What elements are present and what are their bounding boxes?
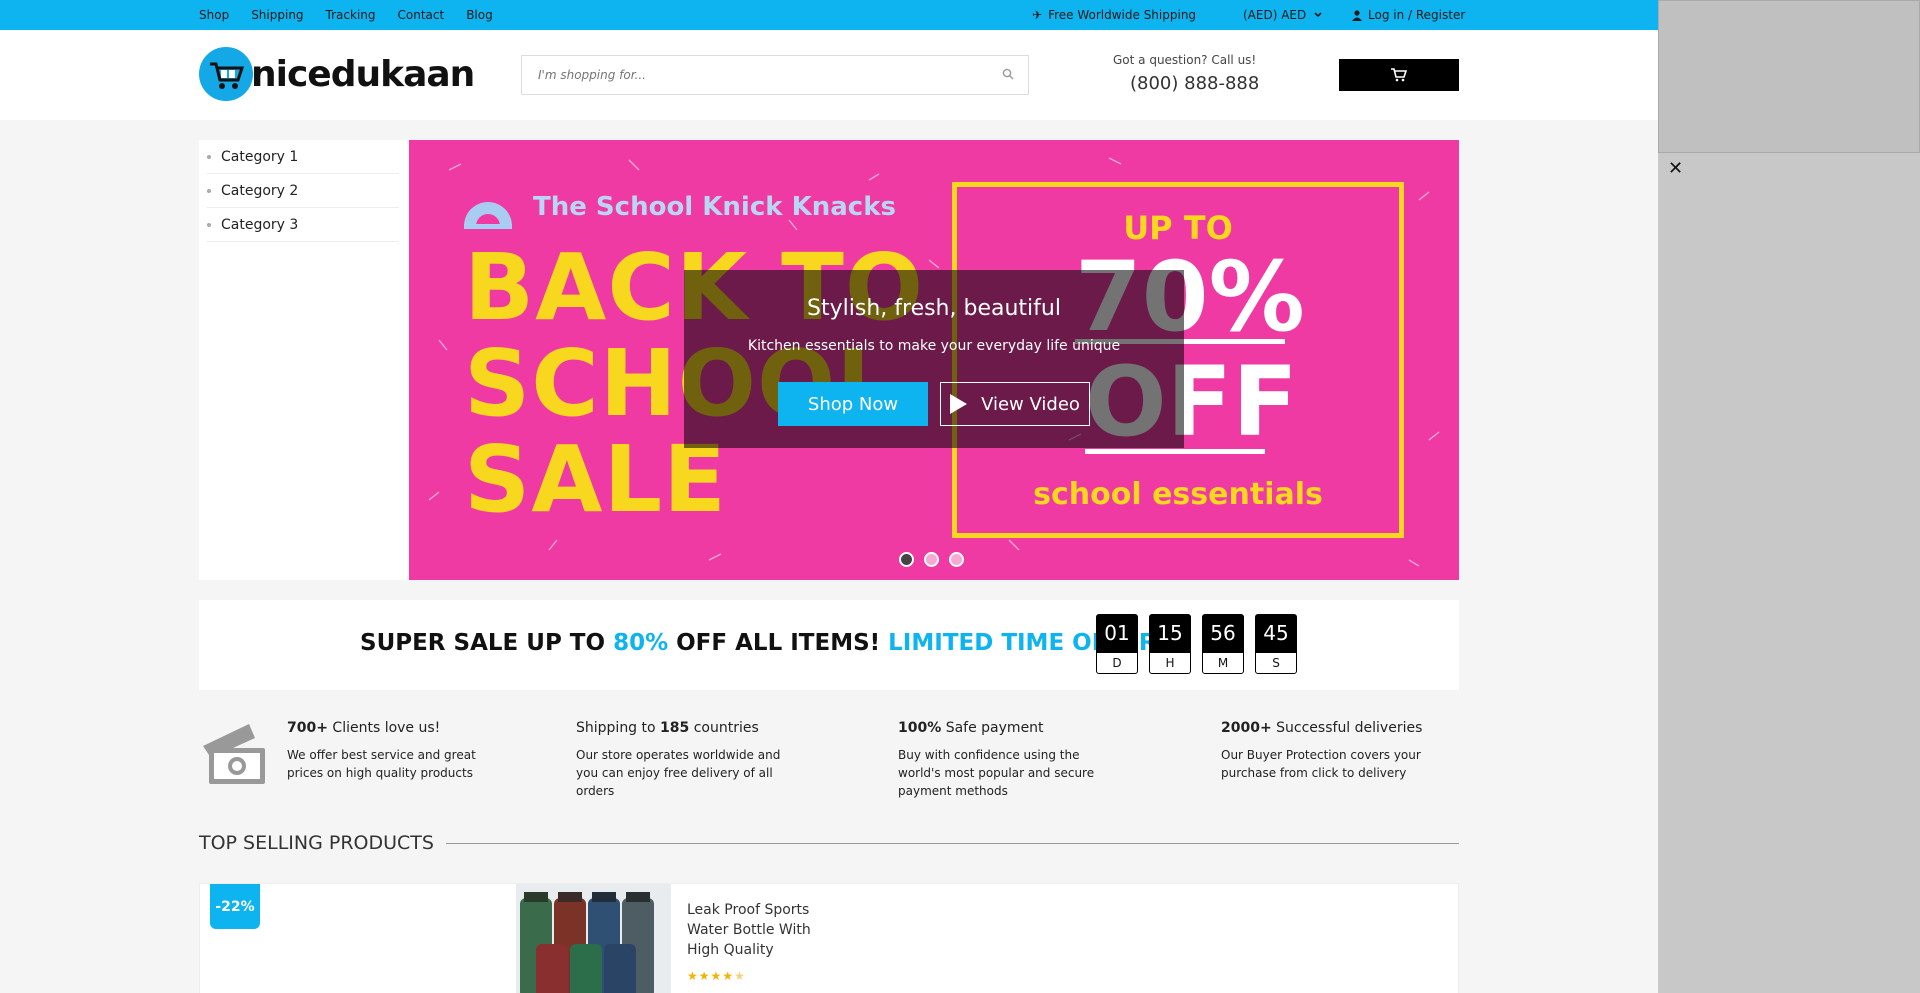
support-question: Got a question? Call us! [1113,53,1257,67]
banner-school-title: The School Knick Knacks [533,192,896,222]
countdown-minutes-label: M [1202,652,1244,674]
money-icon [203,724,265,784]
login-register-text: Log in / Register [1368,8,1466,22]
countdown-days-label: D [1096,652,1138,674]
feature-clients-title: 700+ Clients love us! [287,720,441,736]
shop-now-button[interactable]: Shop Now [778,382,928,426]
feature-deliveries-desc: Our Buyer Protection covers your purchas… [1221,748,1421,780]
cart-icon [1391,68,1407,82]
feature-shipping: Shipping to 185 countries Our store oper… [576,720,786,800]
star-icon: ★ [722,969,734,983]
category-item-1[interactable]: Category 1 [207,140,399,174]
site-logo[interactable]: nicedukaan [199,47,475,101]
product-rating: ★ ★ ★ ★ ★ [687,969,745,983]
slider-dot-3[interactable] [949,552,964,567]
top-selling-divider [446,843,1459,844]
cart-button[interactable] [1339,59,1459,91]
star-icon: ★ [710,969,722,983]
category-item-3[interactable]: Category 3 [207,208,399,242]
slider-dot-1[interactable] [899,552,914,567]
search-box [521,55,1029,95]
countdown-minutes: 56 M [1202,614,1244,676]
feature-deliveries-title: 2000+ Successful deliveries [1221,720,1423,736]
user-icon [1352,9,1362,21]
storefront-page: Shop Shipping Tracking Contact Blog ✈ Fr… [0,0,1658,993]
free-shipping-text: Free Worldwide Shipping [1048,8,1197,22]
login-register-link[interactable]: Log in / Register [1352,0,1465,30]
banner-caption-subtitle: Kitchen essentials to make your everyday… [747,338,1121,354]
sale-text-2: 80% [613,630,669,656]
banner-caption-title: Stylish, fresh, beautiful [807,296,1061,321]
countdown-days-value: 01 [1096,614,1138,652]
feature-payment: 100% Safe payment Buy with confidence us… [898,720,1108,800]
feature-payment-title: 100% Safe payment [898,720,1044,736]
nav-contact[interactable]: Contact [398,8,445,22]
product-name[interactable]: Leak Proof Sports Water Bottle With High… [687,900,822,960]
search-input[interactable] [522,56,982,94]
product-grid: -22% Leak Proof Sports Water Bottle With… [199,883,1459,993]
feature-shipping-title: Shipping to 185 countries [576,720,759,736]
view-video-button[interactable]: View Video [940,382,1090,426]
feature-clients: 700+ Clients love us! We offer best serv… [287,720,487,782]
currency-selector[interactable]: (AED) AED [1243,0,1323,30]
sale-text-1: SUPER SALE UP TO [360,630,614,656]
countdown-hours-value: 15 [1149,614,1191,652]
currency-label: (AED) AED [1243,8,1307,22]
countdown-seconds-value: 45 [1255,614,1297,652]
view-video-label: View Video [981,393,1080,415]
sale-headline: SUPER SALE UP TO 80% OFF ALL ITEMS! LIMI… [360,630,1157,656]
side-panel-top [1658,0,1920,153]
close-icon[interactable]: ✕ [1668,158,1683,179]
top-bar: Shop Shipping Tracking Contact Blog ✈ Fr… [0,0,1658,30]
countdown-seconds-label: S [1255,652,1297,674]
countdown-hours: 15 H [1149,614,1191,676]
nav-tracking[interactable]: Tracking [326,8,376,22]
search-icon[interactable] [1002,68,1014,80]
countdown-hours-label: H [1149,652,1191,674]
star-icon: ★ [698,969,710,983]
top-selling-heading: TOP SELLING PRODUCTS [199,832,434,854]
banner-underline-2 [1085,449,1265,454]
logo-cart-icon [199,47,253,101]
hero-banner: The School Knick Knacks BACK TO SCHOOL S… [409,140,1459,580]
star-half-icon: ★ [734,969,745,983]
nav-blog[interactable]: Blog [466,8,493,22]
feature-shipping-desc: Our store operates worldwide and you can… [576,748,781,798]
plane-icon: ✈ [1032,8,1043,22]
support-phone[interactable]: (800) 888-888 [1130,73,1259,94]
sale-strip: SUPER SALE UP TO 80% OFF ALL ITEMS! LIMI… [199,600,1459,690]
slider-dot-2[interactable] [924,552,939,567]
feature-clients-desc: We offer best service and great prices o… [287,748,476,780]
banner-essentials: school essentials [1033,477,1323,512]
logo-text: nicedukaan [251,53,475,95]
top-nav: Shop Shipping Tracking Contact Blog [199,0,515,30]
category-sidebar: Category 1 Category 2 Category 3 [199,140,409,580]
sale-text-3: OFF ALL ITEMS! [668,630,889,656]
feature-deliveries: 2000+ Successful deliveries Our Buyer Pr… [1221,720,1431,782]
product-image[interactable] [516,884,671,993]
play-icon [950,394,968,414]
countdown-seconds: 45 S [1255,614,1297,676]
feature-payment-desc: Buy with confidence using the world's mo… [898,748,1095,798]
chevron-down-icon [1314,12,1322,18]
countdown-minutes-value: 56 [1202,614,1244,652]
countdown-days: 01 D [1096,614,1138,676]
star-icon: ★ [687,969,698,983]
slider-dots [899,552,964,567]
nav-shop[interactable]: Shop [199,8,229,22]
category-item-2[interactable]: Category 2 [207,174,399,208]
side-panel: ✕ [1658,0,1920,993]
discount-badge: -22% [210,884,260,929]
banner-caption-overlay: Stylish, fresh, beautiful Kitchen essent… [684,270,1184,448]
free-shipping-notice: ✈ Free Worldwide Shipping [1032,0,1196,30]
nav-shipping[interactable]: Shipping [251,8,303,22]
